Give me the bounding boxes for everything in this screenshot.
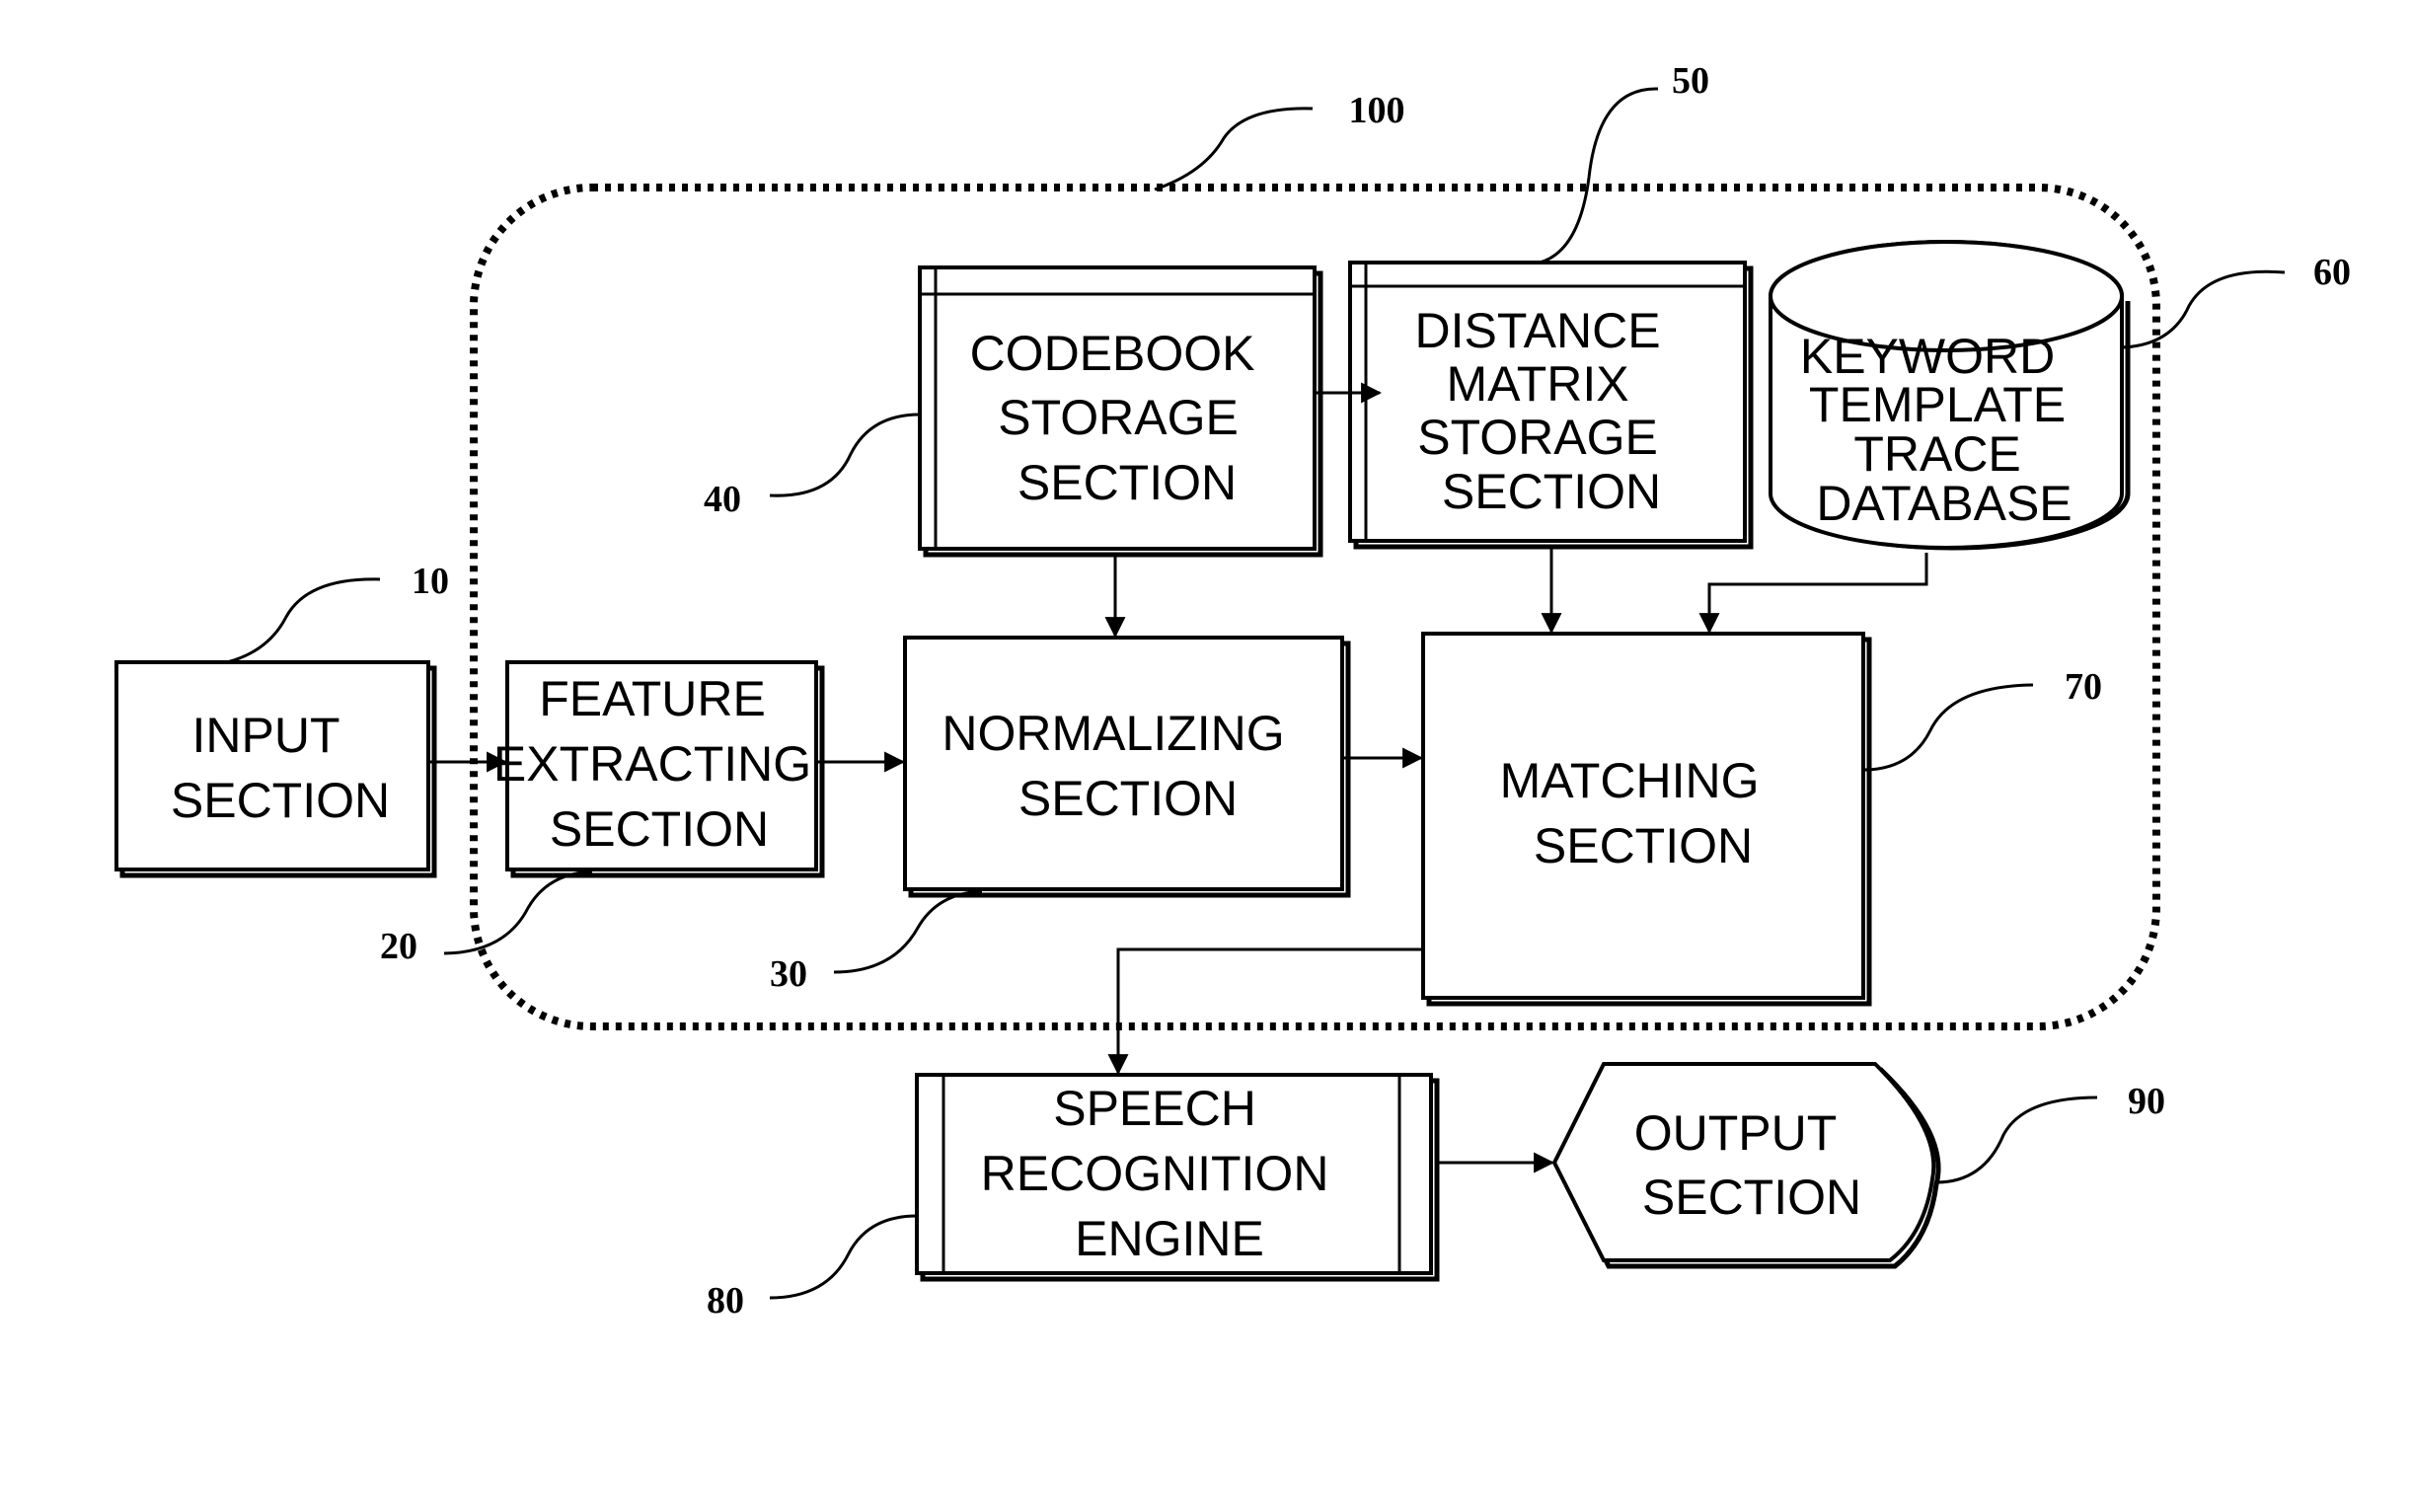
ref-100: 100 [1349, 90, 1405, 131]
distance-matrix-storage-block: DISTANCE MATRIX STORAGE SECTION [1348, 261, 1754, 550]
ref-20: 20 [380, 926, 417, 967]
block-diagram: INPUT SECTION FEATURE EXTRACTING SECTION… [114, 60, 2351, 1322]
ref-80: 80 [707, 1280, 744, 1322]
leader-90 [1935, 1096, 2098, 1184]
ref-10: 10 [412, 561, 449, 602]
leader-30 [833, 889, 983, 974]
matching-section-block: MATCHING SECTION [1421, 632, 1872, 1007]
leader-80 [769, 1214, 918, 1300]
ref-90: 90 [2128, 1081, 2165, 1122]
leader-60 [2121, 269, 2286, 349]
ref-30: 30 [770, 953, 807, 995]
ref-60: 60 [2313, 252, 2351, 293]
output-section-block: OUTPUT SECTION [1551, 1062, 1941, 1269]
leader-50 [1539, 87, 1659, 265]
leader-100 [1154, 107, 1314, 191]
ref-50: 50 [1672, 60, 1709, 102]
leader-10 [226, 577, 381, 664]
speech-recognition-engine-block: SPEECH RECOGNITION ENGINE [915, 1073, 1440, 1282]
ref-40: 40 [704, 479, 741, 520]
ref-70: 70 [2065, 666, 2102, 708]
leader-70 [1862, 683, 2034, 772]
arrow-matching-to-speech [1107, 947, 1423, 1076]
input-section-block: INPUT SECTION [114, 660, 437, 878]
arrow-database-to-matching [1698, 553, 1928, 635]
keyword-database-label: KEYWORD TEMPLATE TRACE DATABASE [1800, 329, 2079, 531]
codebook-storage-block: CODEBOOK STORAGE SECTION [918, 265, 1323, 558]
feature-extracting-block: FEATURE EXTRACTING SECTION [493, 660, 825, 878]
keyword-database-cylinder: KEYWORD TEMPLATE TRACE DATABASE [1769, 240, 2131, 551]
distance-matrix-storage-label: DISTANCE MATRIX STORAGE SECTION [1414, 303, 1674, 519]
leader-40 [769, 413, 921, 497]
normalizing-section-block: NORMALIZING SECTION [903, 636, 1351, 898]
leader-20 [443, 869, 593, 955]
